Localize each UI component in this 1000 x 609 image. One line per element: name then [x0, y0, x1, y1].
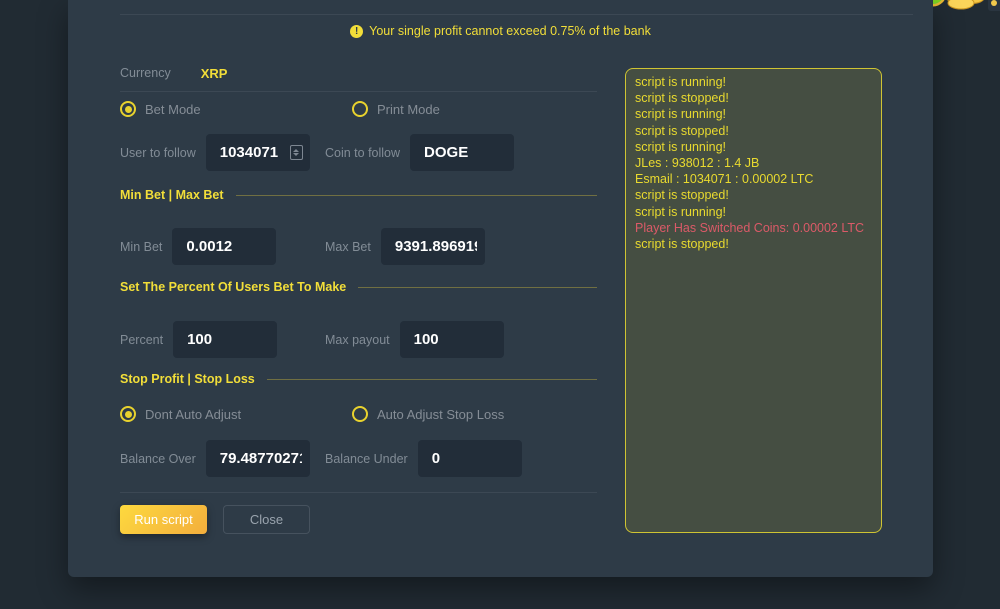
- min-bet-input[interactable]: [172, 228, 276, 265]
- radio-dont-auto-adjust[interactable]: Dont Auto Adjust: [120, 406, 241, 422]
- radio-print-mode[interactable]: Print Mode: [352, 101, 440, 117]
- coin-to-follow-label: Coin to follow: [325, 146, 400, 160]
- percent-row: Percent Max payout: [120, 321, 597, 358]
- log-line: script is stopped!: [635, 187, 872, 203]
- log-line: script is running!: [635, 106, 872, 122]
- percent-label: Percent: [120, 333, 163, 347]
- radio-auto-adjust-stop-loss[interactable]: Auto Adjust Stop Loss: [352, 406, 504, 422]
- section-percent: Set The Percent Of Users Bet To Make: [120, 280, 597, 294]
- percent-input[interactable]: [173, 321, 277, 358]
- log-line: JLes : 938012 : 1.4 JB: [635, 155, 872, 171]
- radio-label: Dont Auto Adjust: [145, 407, 241, 422]
- adjust-radio-group: Dont Auto Adjust Auto Adjust Stop Loss: [120, 405, 597, 423]
- currency-label: Currency: [120, 66, 171, 80]
- balance-under-label: Balance Under: [325, 452, 408, 466]
- radio-unselected-icon: [352, 406, 368, 422]
- section-min-max: Min Bet | Max Bet: [120, 188, 597, 202]
- log-line: script is stopped!: [635, 236, 872, 252]
- log-line: Player Has Switched Coins: 0.00002 LTC: [635, 220, 872, 236]
- section-title: Set The Percent Of Users Bet To Make: [120, 280, 346, 294]
- log-line: script is running!: [635, 139, 872, 155]
- max-bet-label: Max Bet: [325, 240, 371, 254]
- max-payout-label: Max payout: [325, 333, 390, 347]
- info-icon: !: [350, 25, 363, 38]
- divider: [120, 492, 597, 493]
- radio-label: Bet Mode: [145, 102, 201, 117]
- user-to-follow-label: User to follow: [120, 146, 196, 160]
- corner-icon: [988, 0, 1000, 11]
- section-rule: [358, 287, 597, 288]
- log-line: script is running!: [635, 204, 872, 220]
- warning-text: Your single profit cannot exceed 0.75% o…: [369, 24, 651, 38]
- section-rule: [236, 195, 597, 196]
- currency-row: Currency XRP: [120, 63, 597, 83]
- section-title: Stop Profit | Stop Loss: [120, 372, 255, 386]
- run-script-button[interactable]: Run script: [120, 505, 207, 534]
- radio-label: Auto Adjust Stop Loss: [377, 407, 504, 422]
- log-line: script is stopped!: [635, 90, 872, 106]
- follow-row: User to follow Coin to follow: [120, 134, 597, 171]
- log-line: script is stopped!: [635, 123, 872, 139]
- min-bet-label: Min Bet: [120, 240, 162, 254]
- log-line: script is running!: [635, 74, 872, 90]
- section-title: Min Bet | Max Bet: [120, 188, 224, 202]
- balance-over-label: Balance Over: [120, 452, 196, 466]
- max-bet-input[interactable]: [381, 228, 485, 265]
- balance-row: Balance Over Balance Under: [120, 440, 597, 477]
- action-buttons: Run script Close: [120, 505, 597, 534]
- radio-selected-icon: [120, 406, 136, 422]
- close-button[interactable]: Close: [223, 505, 310, 534]
- number-stepper-icon[interactable]: [290, 145, 303, 160]
- bet-row: Min Bet Max Bet: [120, 228, 597, 265]
- currency-value: XRP: [201, 66, 228, 81]
- radio-bet-mode[interactable]: Bet Mode: [120, 101, 201, 117]
- radio-label: Print Mode: [377, 102, 440, 117]
- divider: [120, 91, 597, 92]
- coin-to-follow-input[interactable]: [410, 134, 514, 171]
- radio-selected-icon: [120, 101, 136, 117]
- divider: [120, 14, 913, 15]
- script-log-panel[interactable]: script is running! script is stopped! sc…: [625, 68, 882, 533]
- section-rule: [267, 379, 597, 380]
- balance-over-input[interactable]: [206, 440, 310, 477]
- balance-under-input[interactable]: [418, 440, 522, 477]
- bank-limit-warning: ! Your single profit cannot exceed 0.75%…: [68, 24, 933, 38]
- bot-settings-modal: ! Your single profit cannot exceed 0.75%…: [68, 0, 933, 577]
- max-payout-input[interactable]: [400, 321, 504, 358]
- section-stop: Stop Profit | Stop Loss: [120, 372, 597, 386]
- mode-radio-group: Bet Mode Print Mode: [120, 100, 597, 118]
- radio-unselected-icon: [352, 101, 368, 117]
- log-line: Esmail : 1034071 : 0.00002 LTC: [635, 171, 872, 187]
